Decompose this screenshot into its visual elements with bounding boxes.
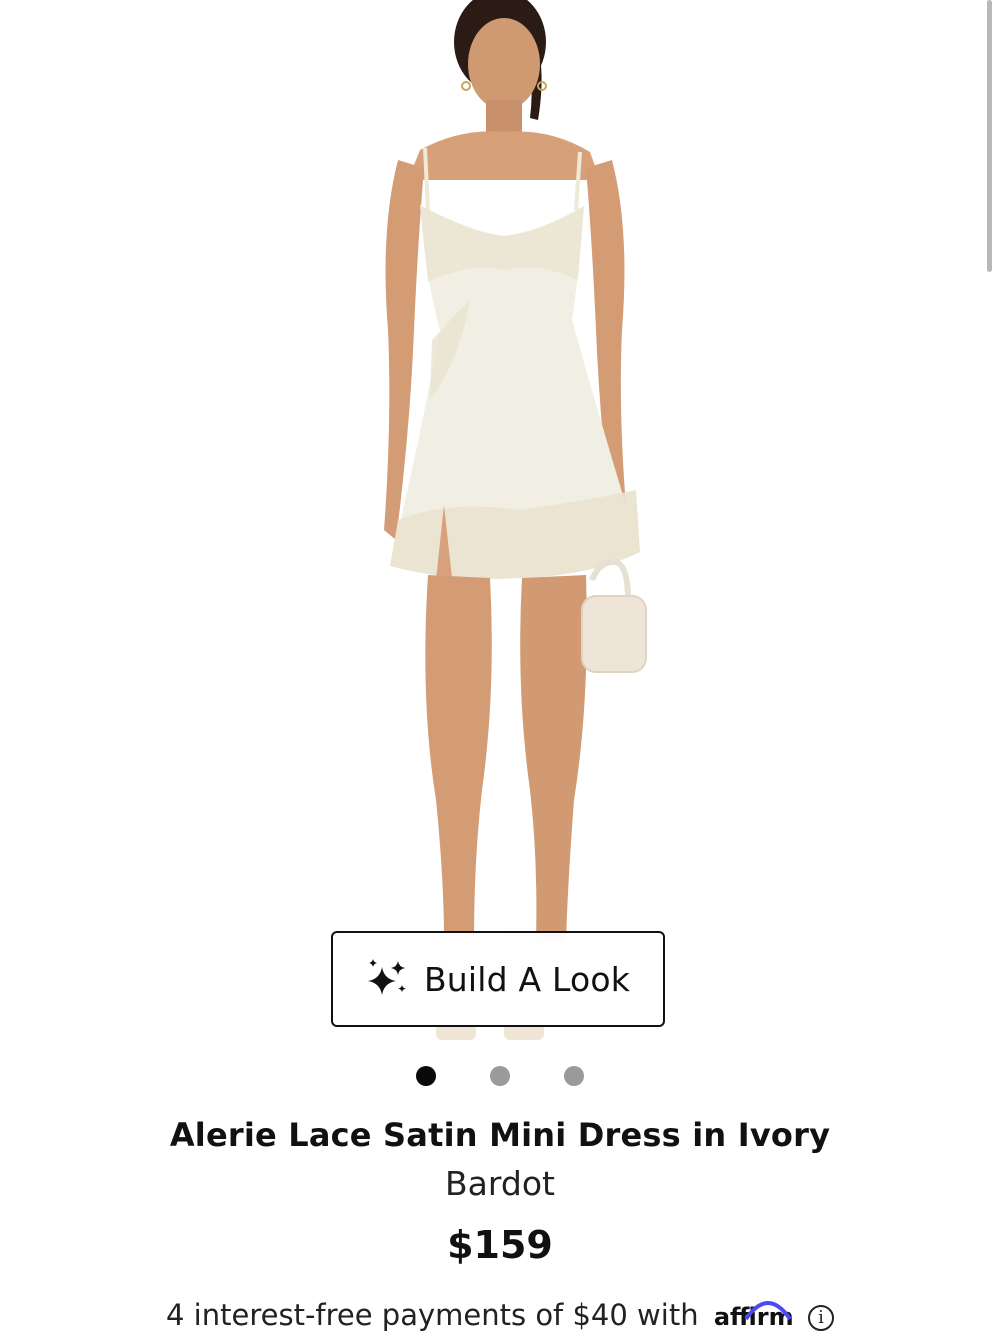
build-a-look-button[interactable]: Build A Look: [331, 931, 665, 1027]
product-title: Alerie Lace Satin Mini Dress in Ivory: [169, 1116, 831, 1154]
build-a-look-label: Build A Look: [423, 959, 631, 999]
affirm-arc-icon: [744, 1301, 792, 1321]
model-illustration: [384, 0, 647, 1040]
carousel-dot-2[interactable]: [490, 1066, 510, 1086]
image-carousel-dots: [0, 1066, 1000, 1090]
product-image[interactable]: [0, 0, 1000, 1060]
sparkle-icon: [367, 959, 406, 995]
financing-message: 4 interest-free payments of $40 with aff…: [0, 1298, 1000, 1332]
affirm-logo: affirm: [714, 1301, 802, 1331]
carousel-dot-1[interactable]: [416, 1066, 436, 1086]
product-page: Build A Look Alerie Lace Satin Mini Dres…: [0, 0, 1000, 1333]
financing-text: 4 interest-free payments of $40 with: [166, 1298, 699, 1332]
info-icon[interactable]: i: [807, 1305, 834, 1331]
carousel-dot-3[interactable]: [564, 1066, 584, 1086]
product-brand[interactable]: Bardot: [0, 1164, 1000, 1203]
scrollbar-thumb[interactable]: [987, 0, 992, 272]
product-price: $159: [447, 1223, 553, 1267]
